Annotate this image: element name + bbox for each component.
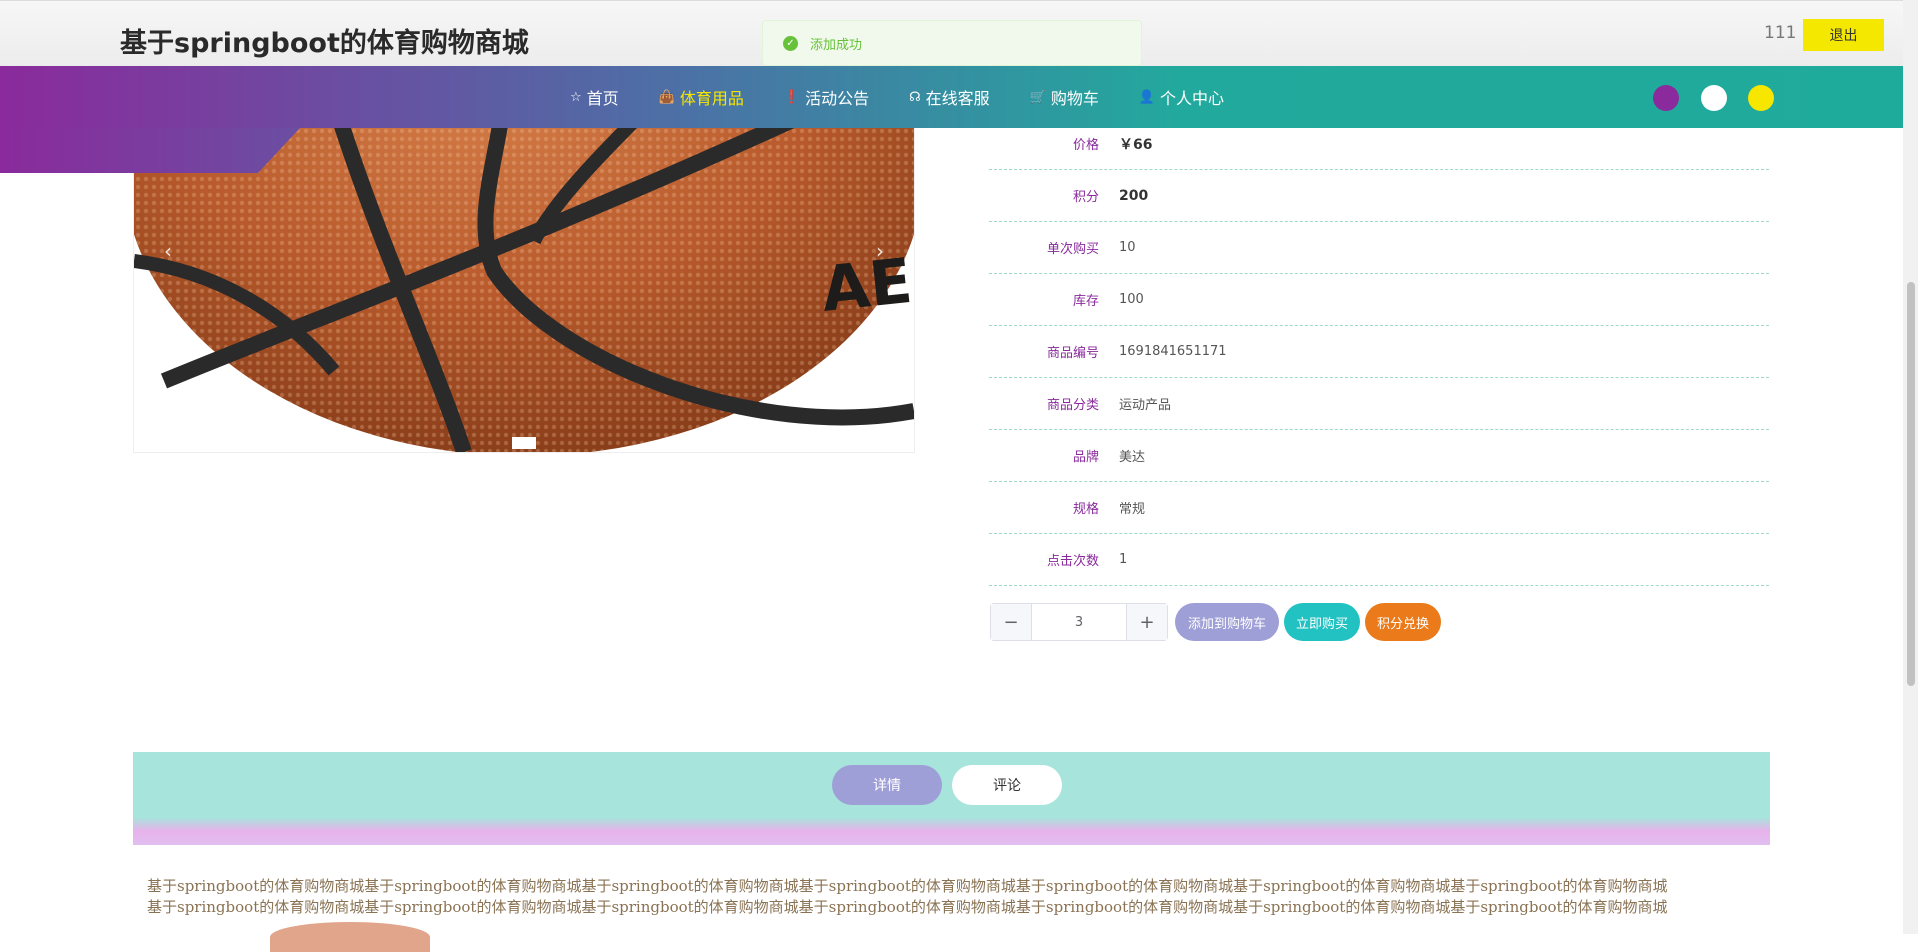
field-label: 规格 (1072, 502, 1099, 517)
theme-dot-yellow[interactable] (1748, 85, 1774, 111)
quantity-input[interactable] (1032, 604, 1126, 640)
add-to-cart-button[interactable]: 添加到购物车 (1175, 603, 1279, 641)
field-value: 200 (1119, 187, 1149, 204)
description-line: 基于springboot的体育购物商城基于springboot的体育购物商城基于… (147, 877, 1668, 895)
nav-item-label: 体育用品 (679, 89, 744, 108)
product-description: 基于springboot的体育购物商城基于springboot的体育购物商城基于… (147, 876, 1757, 918)
field-row-click-count: 点击次数 1 (989, 534, 1769, 586)
headset-icon: ☊ (909, 89, 921, 105)
carousel-indicator[interactable] (512, 437, 536, 449)
buy-now-button[interactable]: 立即购买 (1284, 603, 1360, 641)
user-icon: 👤 (1138, 89, 1156, 105)
star-icon: ☆ (570, 89, 582, 105)
nav-item-label: 在线客服 (925, 89, 990, 108)
redeem-points-button[interactable]: 积分兑换 (1365, 603, 1441, 641)
nav-item-user-center[interactable]: 👤 个人中心 (1139, 85, 1224, 109)
carousel-prev-arrow[interactable]: ‹ (164, 239, 172, 263)
detail-tabs-bar: 详情 评论 (133, 752, 1770, 845)
field-label: 单次购买 (1046, 242, 1099, 257)
nav-item-label: 个人中心 (1160, 89, 1225, 108)
field-row-category: 商品分类 运动产品 (989, 378, 1769, 430)
field-value: 1 (1119, 552, 1128, 567)
success-toast: ✓ 添加成功 (762, 20, 1142, 66)
logout-button[interactable]: 退出 (1803, 19, 1884, 51)
site-title: 基于springboot的体育购物商城 (120, 28, 529, 59)
field-value: 运动产品 (1119, 398, 1172, 413)
nav-item-cart[interactable]: 🛒 购物车 (1030, 85, 1099, 109)
field-row-single-purchase: 单次购买 10 (989, 222, 1769, 274)
description-image (270, 922, 430, 952)
field-row-product-number: 商品编号 1691841651171 (989, 326, 1769, 378)
nav-item-label: 首页 (586, 89, 619, 108)
field-label: 商品分类 (1046, 398, 1099, 413)
theme-dot-purple[interactable] (1653, 85, 1679, 111)
nav-item-label: 购物车 (1050, 89, 1099, 108)
description-line: 基于springboot的体育购物商城基于springboot的体育购物商城基于… (147, 898, 1668, 916)
field-row-spec: 规格 常规 (989, 482, 1769, 534)
field-row-stock: 库存 100 (989, 274, 1769, 326)
nav-item-home[interactable]: ☆ 首页 (570, 85, 619, 109)
plus-icon[interactable]: + (1126, 604, 1167, 640)
tab-comments[interactable]: 评论 (952, 765, 1062, 805)
field-label: 库存 (1072, 294, 1099, 309)
field-label: 品牌 (1072, 450, 1099, 465)
info-icon: ❗ (783, 89, 801, 105)
nav-item-announcements[interactable]: ❗ 活动公告 (784, 85, 869, 109)
field-value: 常规 (1119, 502, 1146, 517)
theme-dot-white[interactable] (1701, 85, 1727, 111)
field-label: 价格 (1072, 138, 1099, 153)
field-value: ￥66 (1119, 136, 1153, 153)
field-label: 商品编号 (1046, 346, 1099, 361)
bag-icon: 👜 (658, 89, 675, 105)
nav-decoration (0, 128, 300, 173)
field-value: 10 (1119, 240, 1136, 255)
field-row-brand: 品牌 美达 (989, 430, 1769, 482)
minus-icon[interactable]: − (991, 604, 1032, 640)
page-scrollbar[interactable] (1903, 0, 1918, 934)
svg-text:AE: AE (818, 244, 914, 326)
nav-item-sports-goods[interactable]: 👜 体育用品 (659, 85, 744, 109)
carousel-next-arrow[interactable]: › (876, 239, 884, 263)
check-circle-icon: ✓ (783, 35, 798, 51)
tab-detail[interactable]: 详情 (832, 765, 942, 805)
product-info-table: 价格 ￥66 积分 200 单次购买 10 库存 100 商品编号 169184… (989, 118, 1769, 586)
scrollbar-thumb[interactable] (1907, 282, 1915, 686)
nav-item-label: 活动公告 (805, 89, 870, 108)
field-label: 积分 (1072, 190, 1099, 205)
cart-icon: 🛒 (1029, 89, 1046, 105)
field-row-points: 积分 200 (989, 170, 1769, 222)
field-value: 1691841651171 (1119, 344, 1227, 359)
nav-item-customer-service[interactable]: ☊ 在线客服 (909, 85, 990, 109)
field-value: 100 (1119, 292, 1144, 307)
quantity-stepper: − + (990, 603, 1168, 641)
field-label: 点击次数 (1046, 554, 1099, 569)
main-nav: ☆ 首页 👜 体育用品 ❗ 活动公告 ☊ 在线客服 🛒 购物车 👤 个人中心 (0, 66, 1903, 128)
field-value: 美达 (1119, 450, 1146, 465)
username[interactable]: 111 (1764, 23, 1796, 43)
toast-message: 添加成功 (810, 37, 863, 53)
